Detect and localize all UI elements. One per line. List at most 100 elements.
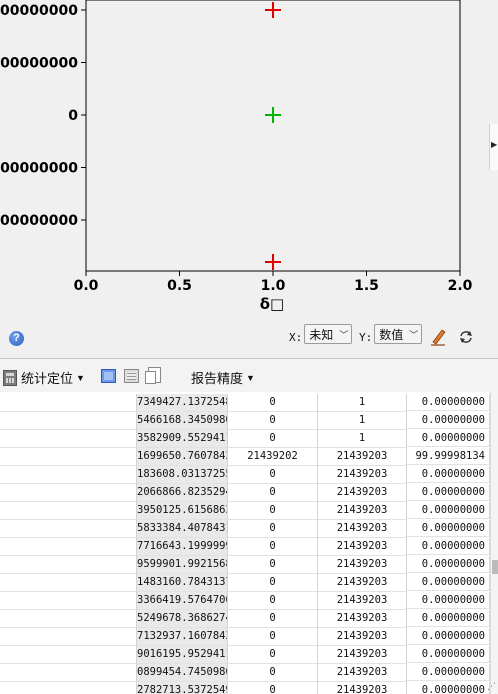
table-cell: 1 <box>318 394 407 412</box>
table-cell: 21439203 <box>318 664 407 682</box>
table-row[interactable]: 9599901.992156860214392030.00000000 <box>0 556 490 574</box>
results-table: 7349427.1372548 0 1 0.00000000 5466168.34509… <box>0 392 498 694</box>
copy-icon[interactable] <box>145 367 161 384</box>
table-cell <box>0 556 137 574</box>
table-row[interactable]: 5833384.407843170214392030.00000000 <box>0 520 490 538</box>
table-cell <box>0 538 137 556</box>
x-tick-label: 1.5 <box>354 278 379 294</box>
table-cell: 21439203 <box>318 520 407 538</box>
table-cell: 0.00000000 <box>407 412 490 429</box>
y-axis-dropdown[interactable]: 数值 ﹀ <box>374 324 423 344</box>
toolbar: 统计定位 ▼ 报告精度 ▼ <box>0 358 498 394</box>
scatter-chart: !0000000000000000000000000!00000000 0.0 0… <box>0 0 473 313</box>
table-row[interactable]: 7132937.1607843 0 21439203 0.00000000 <box>0 628 490 646</box>
table-cell <box>0 682 137 694</box>
table-cell <box>0 394 137 412</box>
table-row[interactable]: 1483160.7843137 0 21439203 0.00000000 <box>0 574 490 592</box>
table-cell: 0 <box>228 556 318 574</box>
plot-area <box>85 0 461 272</box>
table-row[interactable]: 7349427.1372548 0 1 0.00000000 <box>0 394 490 412</box>
dropdown-arrow-icon: ▼ <box>246 372 255 383</box>
table-cell <box>0 592 137 610</box>
table-cell: 0.00000000 <box>407 466 490 483</box>
table-row[interactable]: 2782713.5372549 0 21439203 0.00000000 <box>0 682 490 694</box>
table-cell: 0 <box>228 466 318 484</box>
table-cell: 2066866.82352942 <box>137 484 228 502</box>
table-cell: 21439203 <box>318 682 407 694</box>
x-axis: 0.0 0.5 1.0 1.5 2.0 <box>74 271 473 294</box>
table-cell <box>0 412 137 430</box>
table-cell: 0 <box>228 592 318 610</box>
help-icon[interactable]: ? <box>9 331 24 346</box>
table-cell: 0 <box>228 538 318 556</box>
table-cell: 0.00000000 <box>407 592 490 609</box>
table-row[interactable]: 3582909.5529411 0 1 0.00000000 <box>0 430 490 448</box>
y-tick-label: 0 <box>68 108 78 124</box>
table-row[interactable]: 7716643.199999990214392030.00000000 <box>0 538 490 556</box>
view-table-icon[interactable] <box>124 369 139 383</box>
table-cell: 3366419.5764706 <box>137 592 228 610</box>
table-row[interactable]: 183608.03137255 0 21439203 0.00000000 <box>0 466 490 484</box>
table-cell: 7132937.1607843 <box>137 628 228 646</box>
table-cell: 183608.03137255 <box>137 466 228 484</box>
table-cell: 21439203 <box>318 592 407 610</box>
table-row[interactable]: 5466168.3450980 0 1 0.00000000 <box>0 412 490 430</box>
stats-locate-label: 统计定位 <box>21 371 74 386</box>
table-cell <box>0 520 137 538</box>
table-row[interactable]: 3950125.615686300214392030.00000000 <box>0 502 490 520</box>
x-axis-dropdown-value: 未知 <box>309 327 334 342</box>
table-cell: 0.00000000 <box>407 682 490 694</box>
table-cell: 5466168.3450980 <box>137 412 228 430</box>
table-cell: 0 <box>228 484 318 502</box>
table-row[interactable]: 5249678.3686274 0 21439203 0.00000000 <box>0 610 490 628</box>
y-tick-label: !00000000 <box>0 213 78 229</box>
table-cell: 0 <box>228 502 318 520</box>
table-cell: 21439203 <box>318 574 407 592</box>
table-cell: 7349427.1372548 <box>137 394 228 412</box>
y-axis-selector: Y: 数值 ﹀ <box>359 324 423 344</box>
chevron-down-icon: ﹀ <box>339 329 349 340</box>
table-row[interactable]: 1699650.7607843 21439202 21439203 99.999981… <box>0 448 490 466</box>
pencil-icon[interactable] <box>430 328 446 346</box>
panel-collapse-handle[interactable]: ▶ <box>489 124 498 170</box>
stats-locate-menu[interactable]: 统计定位 ▼ <box>3 368 85 387</box>
y-tick-label: 00000000 <box>0 161 78 177</box>
table-cell: 5833384.40784317 <box>137 520 228 538</box>
table-cell: 0 <box>228 682 318 694</box>
table-cell: 0 <box>228 610 318 628</box>
table-cell: 21439202 <box>228 448 318 466</box>
table-cell <box>0 466 137 484</box>
table-cell: 0899454.7450980 <box>137 664 228 682</box>
report-precision-menu[interactable]: 报告精度 ▼ <box>191 368 255 387</box>
x-axis-dropdown[interactable]: 未知 ﹀ <box>304 324 353 344</box>
table-cell: 3950125.61568630 <box>137 502 228 520</box>
view-single-icon[interactable] <box>101 369 116 383</box>
table-cell: 0.00000000 <box>407 556 490 573</box>
table-cell: 21439203 <box>318 502 407 520</box>
table-cell: 21439203 <box>318 556 407 574</box>
resize-grip-icon[interactable]: ⋰ <box>487 681 496 692</box>
table-row[interactable]: 3366419.5764706 0 21439203 0.00000000 <box>0 592 490 610</box>
table-cell: 1699650.7607843 <box>137 448 228 466</box>
table-cell <box>0 502 137 520</box>
table-cell: 0.00000000 <box>407 664 490 681</box>
refresh-icon[interactable] <box>458 330 474 344</box>
y-selector-label: Y: <box>359 330 373 344</box>
table-cell: 0.00000000 <box>407 628 490 645</box>
table-cell <box>0 628 137 646</box>
table-cell <box>0 448 137 466</box>
report-precision-label: 报告精度 <box>191 371 244 386</box>
table-cell <box>0 646 137 664</box>
x-tick-label: 0.5 <box>167 278 192 294</box>
vertical-scrollbar[interactable] <box>490 392 498 694</box>
y-tick-label: !00000000 <box>0 3 78 19</box>
x-selector-label: X: <box>289 330 303 344</box>
scrollbar-thumb[interactable] <box>492 560 498 574</box>
x-axis-label: δ□ <box>260 295 284 313</box>
table-row[interactable]: 0899454.7450980 0 21439203 0.00000000 <box>0 664 490 682</box>
table-row[interactable]: 2066866.823529420214392030.00000000 <box>0 484 490 502</box>
table-cell: 0.00000000 <box>407 430 490 447</box>
y-axis: !0000000000000000000000000!00000000 <box>0 3 86 229</box>
table-cell: 0 <box>228 664 318 682</box>
table-row[interactable]: 9016195.9529411 0 21439203 0.00000000 <box>0 646 490 664</box>
